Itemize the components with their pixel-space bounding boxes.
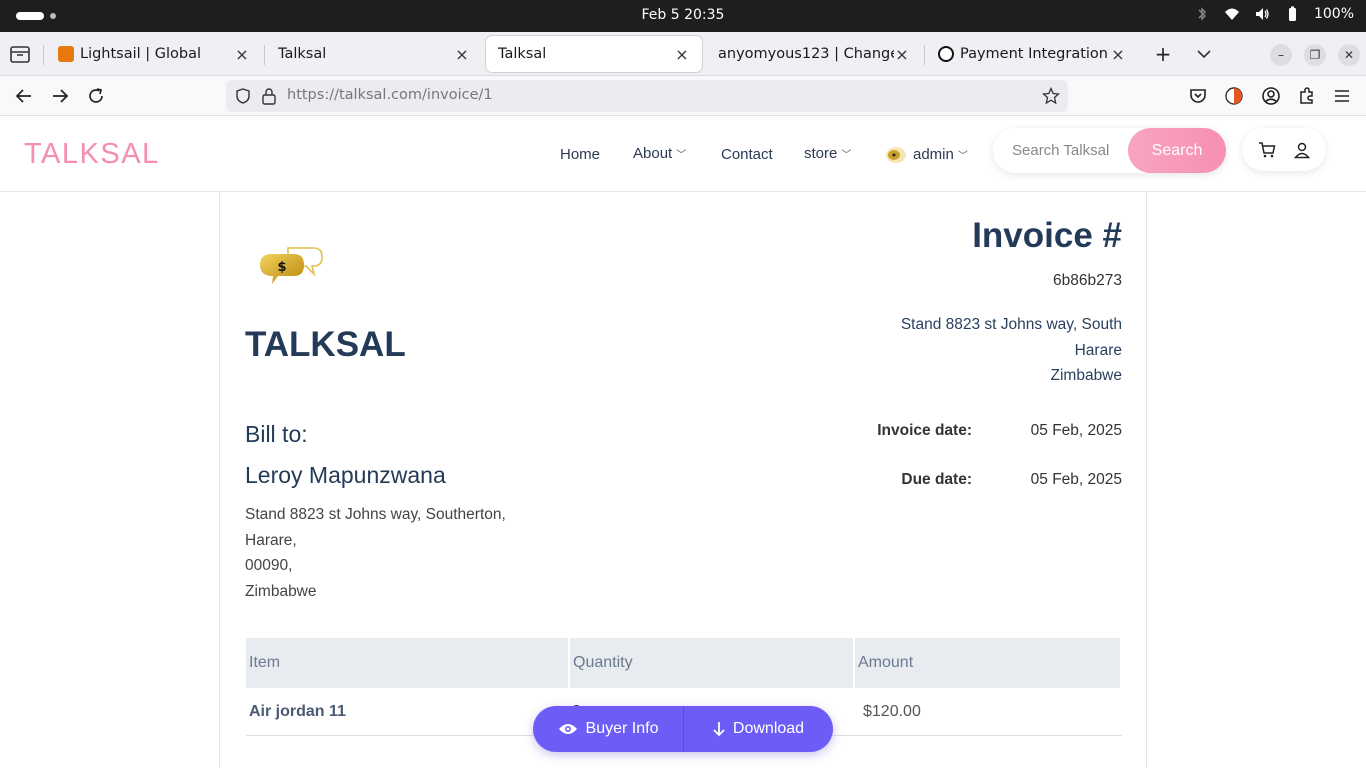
back-arrow-icon[interactable] [14, 86, 34, 106]
close-tab-icon[interactable]: × [674, 45, 690, 64]
tab-lightsail[interactable]: Lightsail | Global × [46, 36, 262, 72]
client-name: Leroy Mapunzwana [245, 462, 446, 488]
tab-label: Lightsail | Global [80, 46, 202, 62]
minimize-window-icon[interactable]: – [1270, 44, 1292, 66]
item-name-cell: Air jordan 11 [249, 703, 346, 720]
invoice-title: Invoice # [972, 216, 1122, 255]
invoice-date-label: Invoice date: [877, 422, 972, 439]
tab-label: anyomyous123 | Change pr [718, 46, 894, 62]
extensions-puzzle-icon[interactable] [1297, 86, 1317, 106]
talksal-chat-logo-icon: $ [260, 247, 323, 284]
lock-icon[interactable] [261, 87, 277, 105]
list-tabs-chevron-icon[interactable] [1195, 46, 1213, 62]
pocket-icon[interactable] [1188, 86, 1208, 106]
bookmark-star-icon[interactable] [1042, 87, 1060, 105]
bluetooth-icon [1198, 7, 1206, 21]
close-tab-icon[interactable]: × [454, 45, 470, 64]
column-header-item: Item [246, 638, 568, 688]
new-tab-icon[interactable]: + [1153, 44, 1173, 64]
eye-icon [558, 724, 577, 734]
company-address: Stand 8823 st Johns way, South Harare Zi… [900, 316, 1122, 384]
column-header-amount: Amount [855, 638, 1120, 688]
restore-window-icon[interactable]: ❐ [1304, 44, 1326, 66]
tab-anyomyous[interactable]: anyomyous123 | Change pr × [706, 36, 922, 72]
browser-tab-strip: Lightsail | Global × Talksal × Talksal ×… [0, 32, 1366, 76]
invoice-date-value: 05 Feb, 2025 [1030, 422, 1122, 439]
shield-icon[interactable] [234, 87, 252, 105]
tab-talksal-1[interactable]: Talksal × [266, 36, 482, 72]
close-window-icon[interactable]: ✕ [1338, 44, 1360, 66]
buyer-info-button[interactable]: Buyer Info [533, 706, 684, 752]
tab-label: Talksal [498, 46, 547, 62]
extension-colored-icon[interactable] [1224, 86, 1244, 106]
download-arrow-icon [713, 722, 725, 737]
url-text[interactable]: https://talksal.com/invoice/1 [287, 87, 493, 103]
browser-toolbar: https://talksal.com/invoice/1 [0, 76, 1366, 116]
lightsail-icon [58, 46, 74, 62]
nav-about[interactable]: About ﹀ [633, 145, 686, 162]
table-header-row: Item Quantity Amount [246, 638, 1122, 688]
nav-contact[interactable]: Contact [721, 146, 773, 163]
site-search: Search [993, 128, 1226, 173]
nav-home[interactable]: Home [560, 146, 600, 163]
invoice-action-bar: Buyer Info Download [533, 706, 833, 752]
reload-icon[interactable] [86, 86, 106, 106]
site-header: TALKSAL Home About ﹀ Contact store ﹀ admin… [0, 116, 1366, 192]
svg-text:$: $ [277, 260, 286, 275]
invoice-card: $ TALKSAL Invoice # 6b86b273 Stand 8823 … [219, 192, 1147, 768]
download-button[interactable]: Download [684, 706, 833, 752]
close-tab-icon[interactable]: × [234, 45, 250, 64]
close-tab-icon[interactable]: × [1110, 45, 1126, 64]
due-date-value: 05 Feb, 2025 [1030, 471, 1122, 488]
nav-store[interactable]: store ﹀ [804, 145, 851, 162]
site-brand-logo[interactable]: TALKSAL [24, 138, 160, 171]
chevron-down-icon: ﹀ [957, 150, 968, 162]
tab-talksal-active[interactable]: Talksal × [486, 36, 702, 72]
tab-label: Payment Integration De [960, 46, 1110, 62]
system-tray[interactable]: 100% [1194, 6, 1354, 22]
admin-avatar [886, 147, 906, 163]
client-address: Stand 8823 st Johns way, Southerton, Har… [245, 506, 506, 600]
os-clock[interactable]: Feb 5 20:35 [0, 7, 1366, 23]
openai-icon [938, 46, 954, 62]
battery-percent: 100% [1313, 6, 1354, 22]
chevron-down-icon: ﹀ [841, 150, 852, 161]
close-tab-icon[interactable]: × [894, 45, 910, 64]
chevron-down-icon: ﹀ [676, 150, 687, 161]
bill-to-heading: Bill to: [245, 421, 308, 447]
hamburger-menu-icon[interactable] [1332, 86, 1352, 106]
due-date-label: Due date: [901, 471, 972, 488]
forward-arrow-icon[interactable] [50, 86, 70, 106]
tab-overview-icon[interactable] [8, 43, 32, 65]
cart-icon[interactable] [1258, 141, 1276, 159]
tab-payment-integration[interactable]: Payment Integration De × [926, 36, 1138, 72]
wifi-icon [1224, 8, 1239, 20]
search-input[interactable] [993, 128, 1133, 173]
nav-admin[interactable]: admin ﹀ [885, 144, 968, 164]
item-amount-cell: $120.00 [863, 703, 921, 720]
header-icon-group [1242, 128, 1326, 171]
address-bar[interactable]: https://talksal.com/invoice/1 [226, 80, 1068, 112]
user-icon[interactable] [1293, 141, 1311, 159]
column-header-quantity: Quantity [570, 638, 853, 688]
invoice-number: 6b86b273 [1053, 272, 1122, 289]
battery-icon [1288, 6, 1296, 21]
volume-icon [1255, 8, 1269, 20]
os-top-bar: Feb 5 20:35 100% [0, 0, 1366, 32]
tab-label: Talksal [278, 46, 327, 62]
account-icon[interactable] [1261, 86, 1281, 106]
search-button[interactable]: Search [1128, 128, 1226, 173]
invoice-company-name: TALKSAL [245, 325, 406, 364]
